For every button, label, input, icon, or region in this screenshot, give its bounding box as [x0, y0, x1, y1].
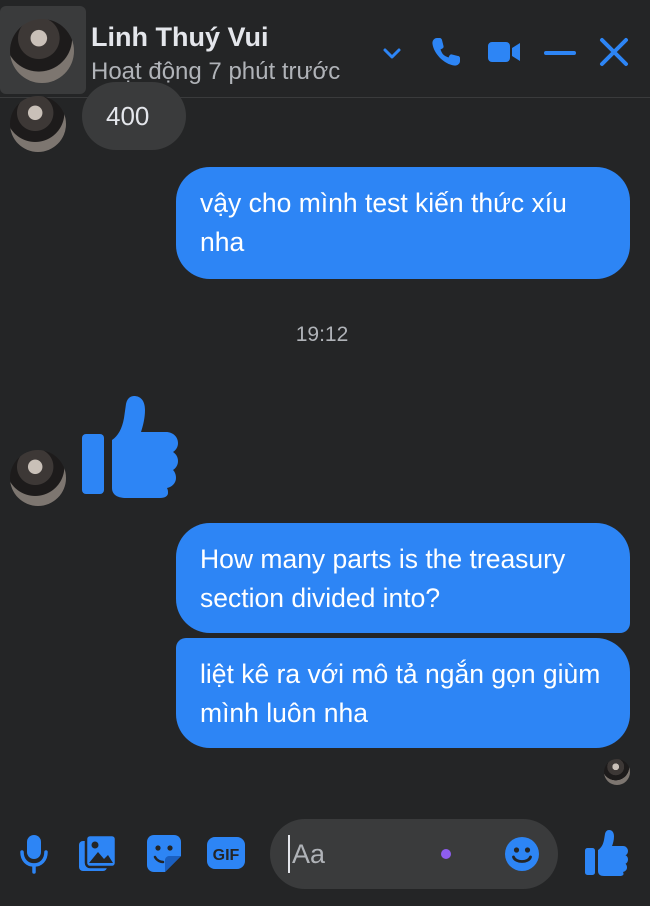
chat-header: Linh Thuý Vui Hoạt động 7 phút trước: [0, 0, 650, 98]
emoji-icon[interactable]: [504, 836, 540, 872]
outgoing-message[interactable]: liệt kê ra với mô tả ngắn gọn giùm mình …: [176, 638, 630, 748]
contact-name[interactable]: Linh Thuý Vui: [91, 22, 268, 53]
contact-avatar: [10, 450, 66, 506]
sticker-icon[interactable]: [143, 832, 183, 874]
message-composer[interactable]: [270, 819, 558, 889]
outgoing-message[interactable]: How many parts is the treasury section d…: [176, 523, 630, 633]
close-icon[interactable]: [594, 32, 634, 72]
header-avatar-button[interactable]: [0, 6, 86, 94]
avatar: [10, 19, 74, 83]
like-icon[interactable]: [584, 830, 628, 876]
chevron-down-icon[interactable]: [372, 32, 412, 72]
message-text: How many parts is the treasury section d…: [200, 544, 566, 613]
ai-indicator-dot: [441, 849, 451, 859]
minimize-icon[interactable]: [540, 32, 580, 72]
video-icon[interactable]: [484, 32, 524, 72]
message-text: 400: [106, 100, 150, 131]
thumbs-up-sticker[interactable]: [80, 396, 180, 498]
incoming-message[interactable]: 400: [82, 82, 186, 150]
message-text: vậy cho mình test kiến thức xíu nha: [200, 188, 567, 257]
microphone-icon[interactable]: [14, 832, 54, 874]
gif-icon[interactable]: GIF: [206, 832, 246, 874]
message-input[interactable]: [288, 835, 428, 873]
svg-text:GIF: GIF: [213, 847, 240, 864]
message-text: liệt kê ra với mô tả ngắn gọn giùm mình …: [200, 659, 601, 728]
outgoing-message[interactable]: vậy cho mình test kiến thức xíu nha: [176, 167, 630, 279]
contact-avatar: [10, 96, 66, 152]
seen-avatar: [604, 759, 630, 785]
timestamp: 19:12: [295, 323, 349, 346]
image-icon[interactable]: [78, 832, 118, 874]
phone-icon[interactable]: [426, 32, 466, 72]
